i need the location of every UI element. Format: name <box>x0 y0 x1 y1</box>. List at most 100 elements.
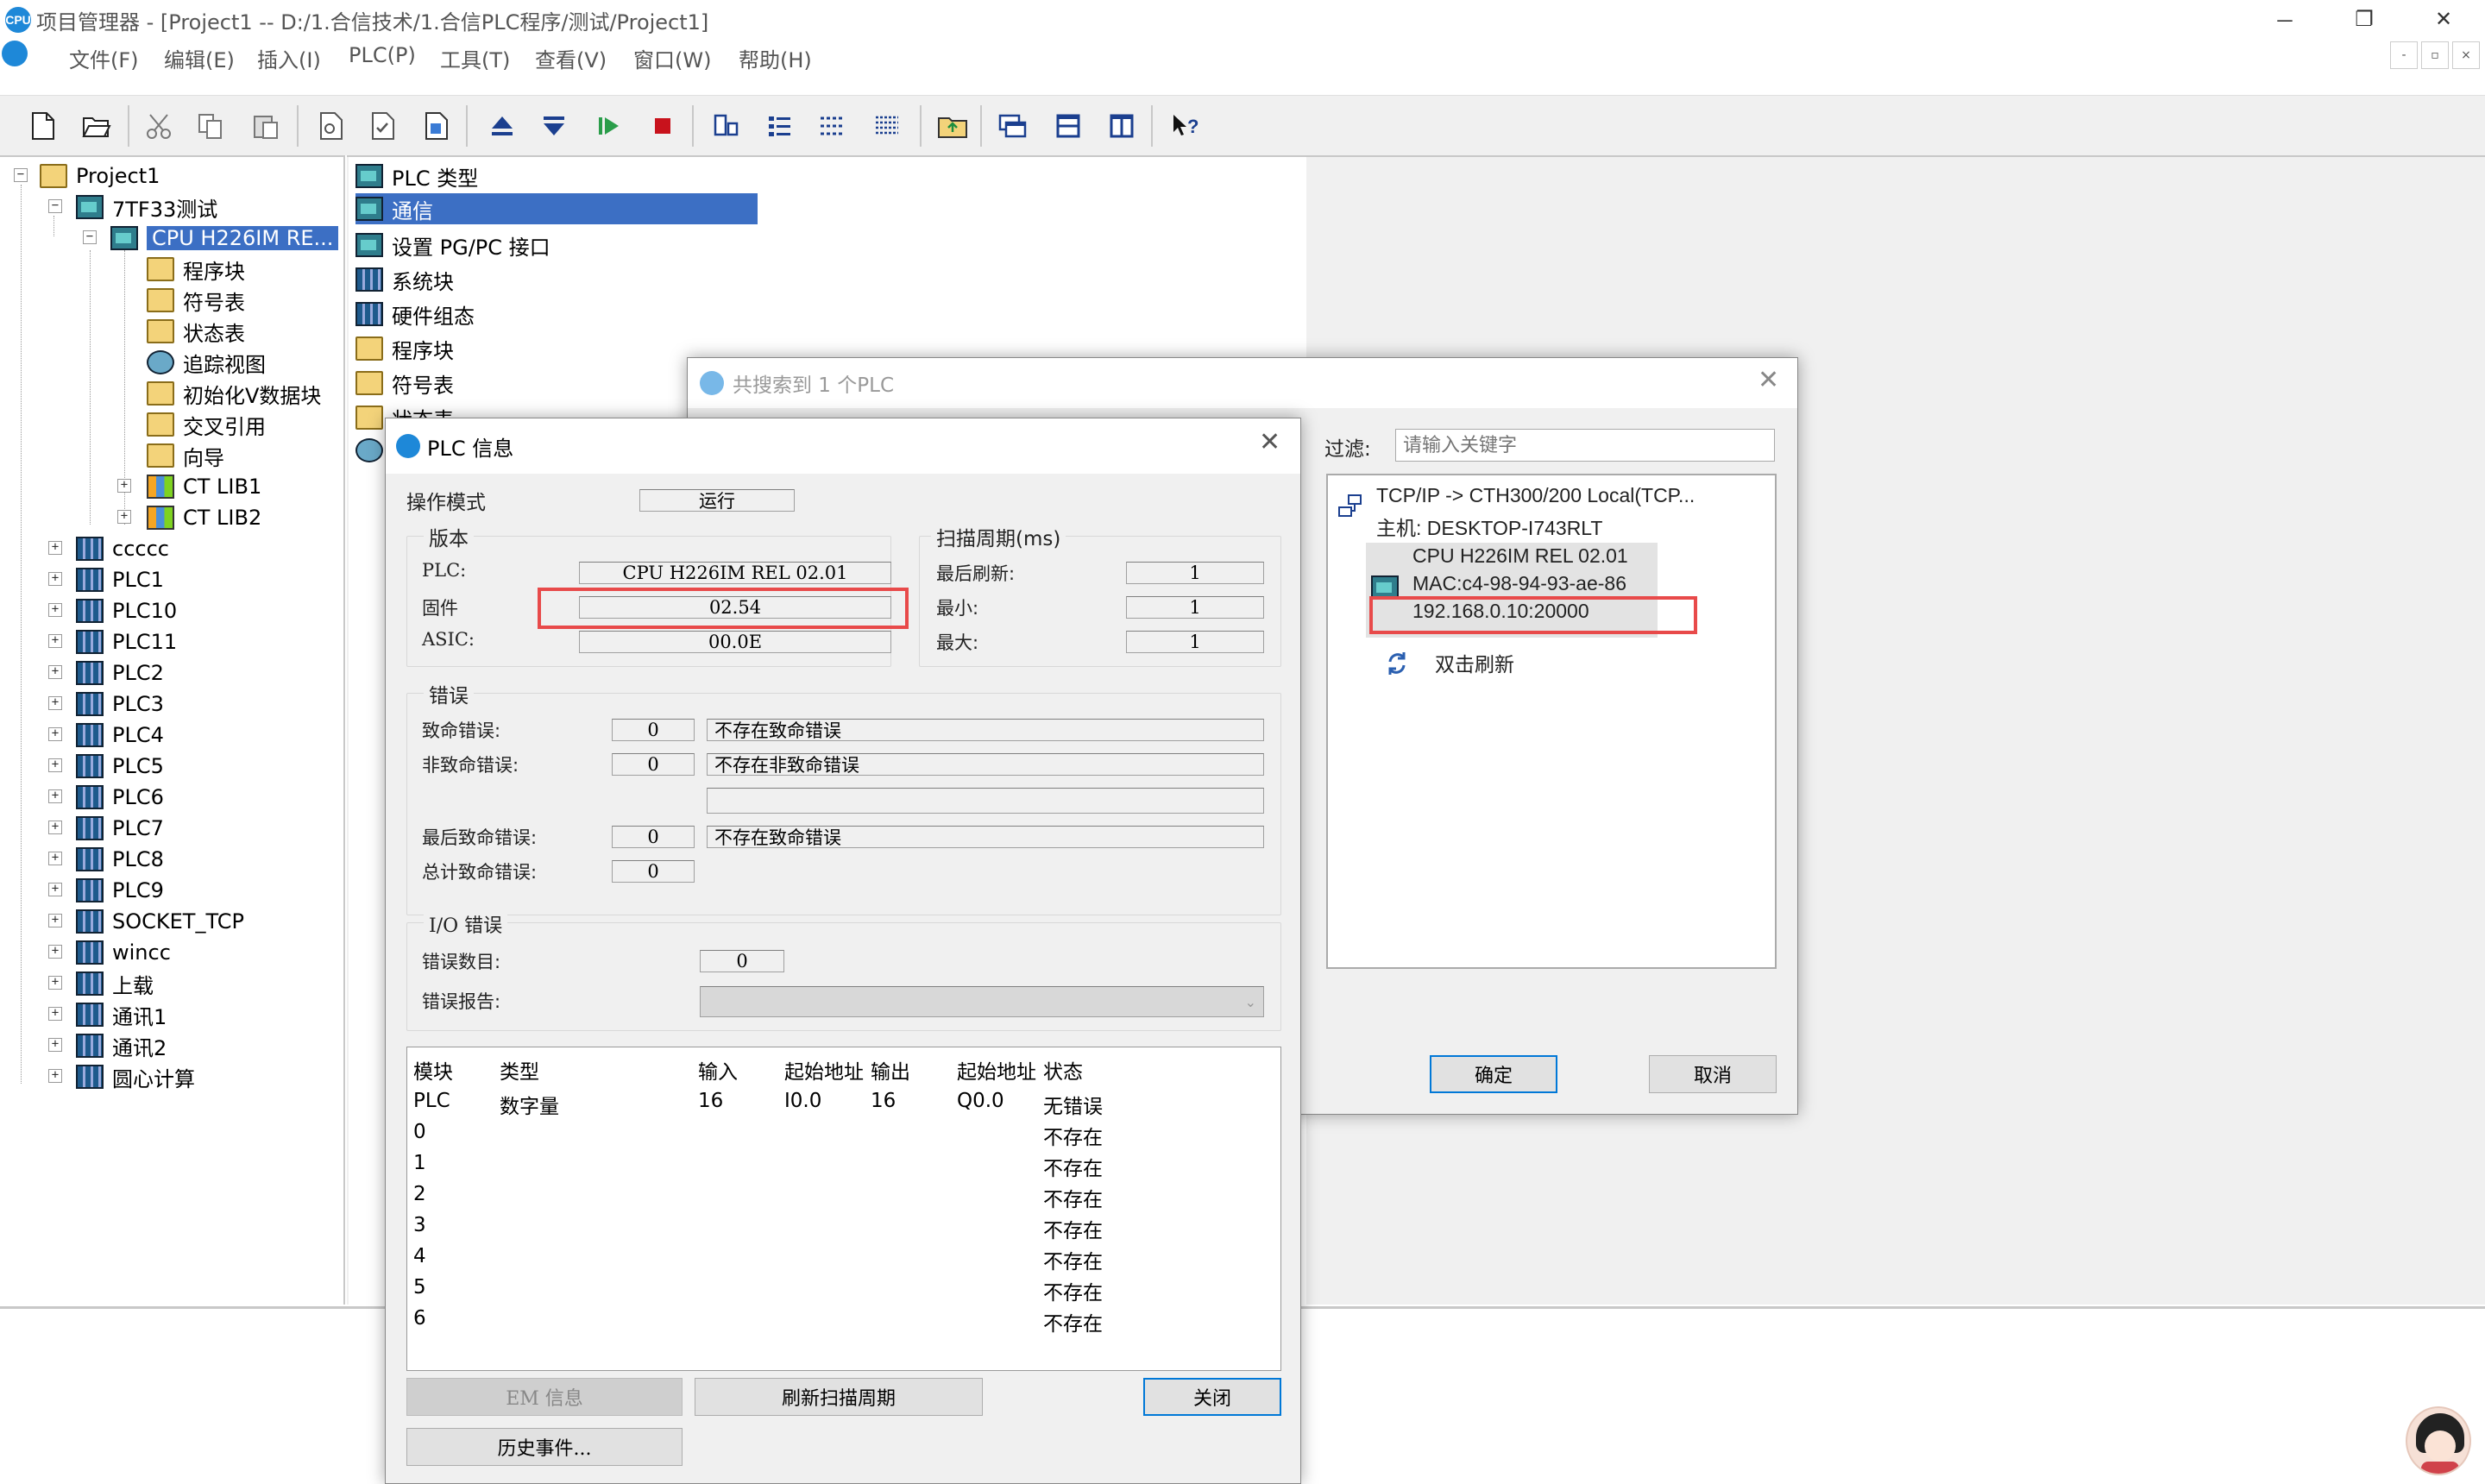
expand-icon[interactable]: + <box>48 883 62 896</box>
restore-button[interactable]: ❐ <box>2325 0 2404 38</box>
tree-ct-lib1[interactable]: + CT LIB1 <box>117 471 261 502</box>
minimize-button[interactable]: － <box>2245 0 2325 38</box>
expand-icon[interactable]: + <box>48 1069 62 1083</box>
tree-plc-node[interactable]: + PLC5 <box>48 751 164 782</box>
expand-icon[interactable]: + <box>48 758 62 772</box>
close-button[interactable]: 关闭 <box>1143 1378 1281 1416</box>
ok-button[interactable]: 确定 <box>1430 1055 1557 1093</box>
expand-icon[interactable]: + <box>48 727 62 741</box>
detail-view-icon[interactable] <box>813 107 851 145</box>
tree-init-v-data[interactable]: 初始化V数据块 <box>147 378 321 409</box>
menu-edit[interactable]: 编辑(E) <box>164 43 235 73</box>
tree-status-table[interactable]: 状态表 <box>147 316 245 347</box>
tree-plc-node[interactable]: + PLC11 <box>48 626 177 657</box>
tree-plc-node[interactable]: + 上载 <box>48 968 154 999</box>
expand-icon[interactable]: + <box>48 789 62 803</box>
compile-icon[interactable] <box>364 107 402 145</box>
tree-plc-node[interactable]: + 通讯1 <box>48 999 167 1030</box>
paste-icon[interactable] <box>247 107 285 145</box>
cancel-button[interactable]: 取消 <box>1649 1055 1777 1093</box>
collapse-icon[interactable]: − <box>14 168 28 182</box>
tree-plc-node[interactable]: + PLC4 <box>48 720 164 751</box>
tile-horizontal-icon[interactable] <box>1049 107 1087 145</box>
tree-plc-node[interactable]: + PLC9 <box>48 875 164 906</box>
open-folder-icon[interactable] <box>78 107 116 145</box>
expand-icon[interactable]: + <box>48 852 62 865</box>
collapse-icon[interactable]: − <box>83 230 97 244</box>
tree-plc-node[interactable]: + PLC7 <box>48 813 164 844</box>
menu-tools[interactable]: 工具(T) <box>440 43 510 73</box>
tile-vertical-icon[interactable] <box>1103 107 1141 145</box>
expand-icon[interactable]: + <box>48 945 62 959</box>
status-monitor-icon[interactable] <box>708 107 746 145</box>
download-icon[interactable] <box>535 107 573 145</box>
copy-icon[interactable] <box>192 107 230 145</box>
expand-icon[interactable]: + <box>48 541 62 555</box>
expand-icon[interactable]: + <box>48 696 62 710</box>
mdi-close-button[interactable]: × <box>2452 41 2480 69</box>
tree-project-7tf33[interactable]: − 7TF33测试 <box>48 192 217 223</box>
mdi-restore-button[interactable]: ▫ <box>2421 41 2449 69</box>
list-item-symbol-table[interactable]: 符号表 <box>355 368 454 399</box>
refresh-label[interactable]: 双击刷新 <box>1435 648 1514 677</box>
tree-trace-view[interactable]: 追踪视图 <box>147 347 266 378</box>
expand-icon[interactable]: + <box>48 603 62 617</box>
tree-root-project[interactable]: − Project1 <box>14 160 160 192</box>
menu-plc[interactable]: PLC(P) <box>349 43 416 67</box>
expand-icon[interactable]: + <box>48 821 62 834</box>
collapse-icon[interactable]: − <box>48 199 62 213</box>
history-events-button[interactable]: 历史事件... <box>406 1428 683 1466</box>
close-icon[interactable]: ✕ <box>1259 427 1280 457</box>
tree-plc-node[interactable]: + PLC3 <box>48 689 164 720</box>
expand-icon[interactable]: + <box>48 572 62 586</box>
expand-icon[interactable]: + <box>48 914 62 928</box>
list-item-plc-type[interactable]: PLC 类型 <box>355 160 478 192</box>
avatar[interactable] <box>2406 1406 2471 1475</box>
tree-cpu-node[interactable]: − CPU H226IM RE... <box>83 223 339 254</box>
new-file-icon[interactable] <box>24 107 62 145</box>
expand-icon[interactable]: + <box>48 665 62 679</box>
tree-plc-node[interactable]: + wincc <box>48 937 171 968</box>
print-preview-icon[interactable] <box>312 107 350 145</box>
tree-symbol-table[interactable]: 符号表 <box>147 285 245 316</box>
expand-icon[interactable]: + <box>48 1038 62 1052</box>
mdi-minimize-button[interactable]: - <box>2390 41 2418 69</box>
expand-icon[interactable]: + <box>48 634 62 648</box>
list-item-system-block[interactable]: 系统块 <box>355 264 454 295</box>
menu-window[interactable]: 窗口(W) <box>633 43 711 73</box>
tree-plc-node[interactable]: + PLC10 <box>48 595 177 626</box>
refresh-scan-button[interactable]: 刷新扫描周期 <box>695 1378 983 1416</box>
cascade-windows-icon[interactable] <box>994 107 1032 145</box>
cut-icon[interactable] <box>140 107 178 145</box>
em-info-button[interactable]: EM 信息 <box>406 1378 683 1416</box>
menu-help[interactable]: 帮助(H) <box>739 43 812 73</box>
compile-all-icon[interactable] <box>418 107 456 145</box>
list-item-set-pgpc[interactable]: 设置 PG/PC 接口 <box>355 230 550 261</box>
tree-wizard[interactable]: 向导 <box>147 440 224 471</box>
tree-plc-node[interactable]: + SOCKET_TCP <box>48 906 244 937</box>
menu-insert[interactable]: 插入(I) <box>257 43 321 73</box>
menu-file[interactable]: 文件(F) <box>69 43 139 73</box>
list-view-icon[interactable] <box>761 107 799 145</box>
list-item-program-block[interactable]: 程序块 <box>355 333 454 364</box>
tree-plc-node[interactable]: + PLC1 <box>48 564 164 595</box>
expand-icon[interactable]: + <box>48 1007 62 1021</box>
filter-input[interactable] <box>1395 429 1775 462</box>
tree-plc-node[interactable]: + ccccc <box>48 533 169 564</box>
grid-view-icon[interactable] <box>868 107 906 145</box>
expand-icon[interactable]: + <box>48 976 62 990</box>
tree-ct-lib2[interactable]: + CT LIB2 <box>117 502 261 533</box>
tree-program-block[interactable]: 程序块 <box>147 254 245 285</box>
list-item-hardware-config[interactable]: 硬件组态 <box>355 299 475 330</box>
tree-plc-node[interactable]: + 通讯2 <box>48 1030 167 1061</box>
stop-icon[interactable] <box>644 107 682 145</box>
tree-plc-node[interactable]: + PLC2 <box>48 657 164 689</box>
menu-view[interactable]: 查看(V) <box>535 43 607 73</box>
folder-up-icon[interactable] <box>934 107 972 145</box>
close-window-button[interactable]: ✕ <box>2404 0 2483 38</box>
expand-icon[interactable]: + <box>117 479 131 493</box>
expand-icon[interactable]: + <box>117 510 131 524</box>
list-item-communication[interactable]: 通信 <box>355 193 758 224</box>
tree-plc-node[interactable]: + PLC6 <box>48 782 164 813</box>
upload-icon[interactable] <box>483 107 521 145</box>
